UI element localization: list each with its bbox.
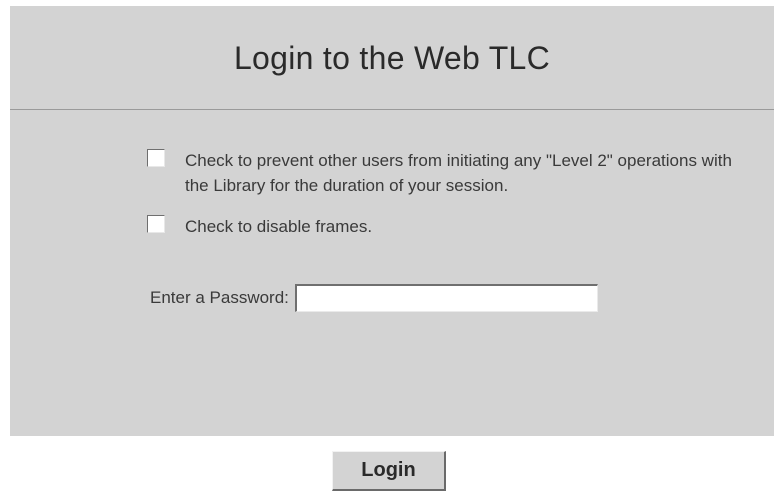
disable-frames-checkbox[interactable]: [147, 215, 165, 233]
lock-library-label: Check to prevent other users from initia…: [185, 151, 732, 195]
disable-frames-option: Check to disable frames.: [147, 214, 372, 239]
password-label: Enter a Password:: [150, 288, 289, 307]
login-button[interactable]: Login: [332, 451, 446, 491]
disable-frames-label: Check to disable frames.: [185, 217, 373, 236]
page-title: Login to the Web TLC: [233, 40, 551, 76]
password-input[interactable]: [294, 284, 598, 312]
lock-library-checkbox[interactable]: [147, 149, 165, 167]
lock-library-option: Check to prevent other users from initia…: [147, 148, 745, 198]
login-panel: Login to the Web TLC Check to prevent ot…: [10, 6, 774, 436]
panel-header: Login to the Web TLC: [10, 6, 774, 110]
password-row: Enter a Password:: [150, 284, 598, 312]
